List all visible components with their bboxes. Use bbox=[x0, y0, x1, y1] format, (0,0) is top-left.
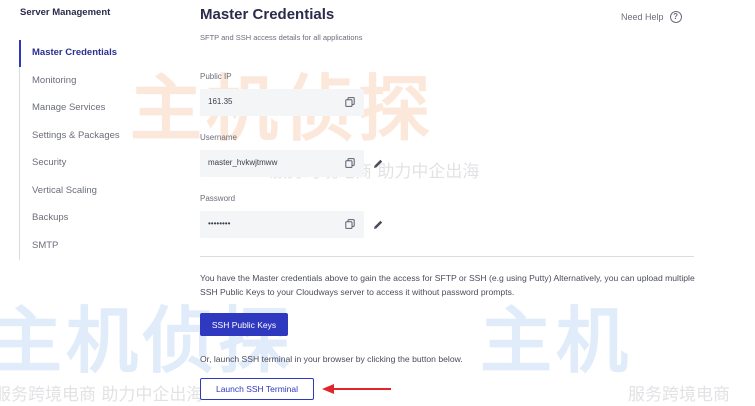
need-help-link[interactable]: Need Help ? bbox=[621, 11, 682, 23]
edit-username-icon[interactable] bbox=[372, 158, 384, 170]
copy-icon[interactable] bbox=[345, 219, 355, 229]
ssh-keys-description: You have the Master credentials above to… bbox=[200, 273, 695, 297]
public-ip-field: 161.35 bbox=[200, 89, 364, 116]
copy-icon[interactable] bbox=[345, 97, 355, 107]
password-field: •••••••• bbox=[200, 211, 364, 238]
sidebar-item-master-credentials[interactable]: Master Credentials bbox=[32, 47, 117, 58]
annotation-arrow-icon bbox=[322, 384, 391, 394]
public-ip-value: 161.35 bbox=[208, 97, 233, 106]
section-divider bbox=[200, 256, 694, 257]
ssh-terminal-description: Or, launch SSH terminal in your browser … bbox=[200, 354, 463, 364]
copy-icon[interactable] bbox=[345, 158, 355, 168]
password-value: •••••••• bbox=[208, 219, 231, 228]
sidebar-active-indicator bbox=[19, 40, 21, 67]
page-subtitle: SFTP and SSH access details for all appl… bbox=[200, 33, 363, 42]
watermark-slogan-bottom-right: 服务跨境电商 bbox=[628, 385, 730, 405]
sidebar-item-manage-services[interactable]: Manage Services bbox=[32, 102, 105, 113]
sidebar-item-backups[interactable]: Backups bbox=[32, 212, 68, 223]
sidebar-item-settings-packages[interactable]: Settings & Packages bbox=[32, 130, 120, 141]
launch-ssh-terminal-button[interactable]: Launch SSH Terminal bbox=[200, 378, 314, 400]
username-label: Username bbox=[200, 133, 237, 142]
username-field: master_hvkwjtmww bbox=[200, 150, 364, 177]
watermark-slogan-bottom-left: 服务跨境电商 助力中企出海 bbox=[0, 385, 204, 405]
sidebar-rule bbox=[19, 40, 20, 260]
username-value: master_hvkwjtmww bbox=[208, 158, 278, 167]
sidebar-item-smtp[interactable]: SMTP bbox=[32, 240, 58, 251]
page-title: Master Credentials bbox=[200, 6, 335, 23]
edit-password-icon[interactable] bbox=[372, 219, 384, 231]
need-help-label: Need Help bbox=[621, 12, 664, 22]
sidebar-item-security[interactable]: Security bbox=[32, 157, 66, 168]
ssh-public-keys-button[interactable]: SSH Public Keys bbox=[200, 313, 288, 336]
sidebar-item-vertical-scaling[interactable]: Vertical Scaling bbox=[32, 185, 97, 196]
sidebar-item-monitoring[interactable]: Monitoring bbox=[32, 75, 76, 86]
help-icon: ? bbox=[669, 11, 682, 23]
public-ip-label: Public IP bbox=[200, 72, 232, 81]
sidebar-title: Server Management bbox=[20, 7, 111, 18]
password-label: Password bbox=[200, 194, 236, 203]
